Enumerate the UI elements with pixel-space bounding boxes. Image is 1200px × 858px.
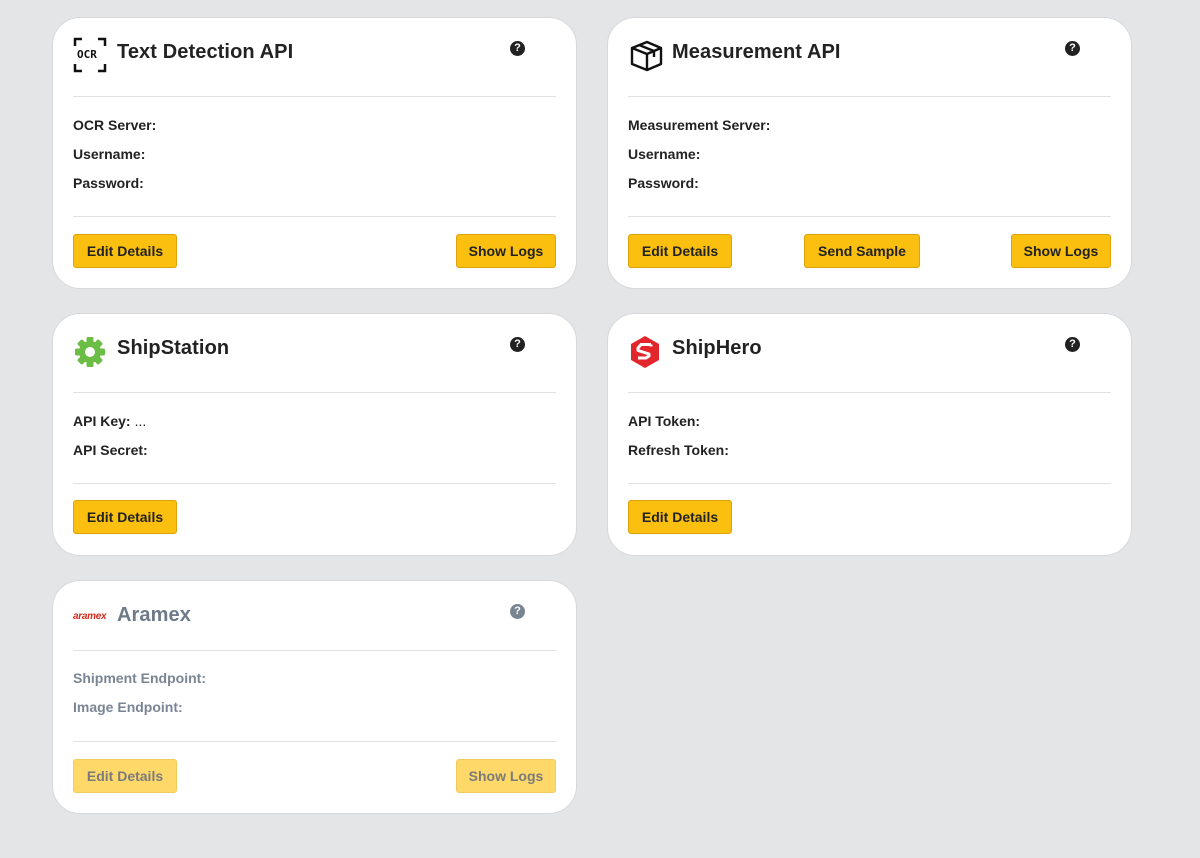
field-password: Password: (73, 175, 144, 191)
field-username: Username: (73, 146, 146, 162)
divider (73, 96, 556, 97)
card-title: Measurement API (672, 41, 841, 63)
ocr-icon: OCR (73, 37, 107, 73)
aramex-card: aramex Aramex ? Shipment Endpoint: Image… (52, 580, 577, 814)
question-circle-icon[interactable]: ? (1065, 41, 1080, 56)
divider (628, 216, 1111, 217)
field-api-key: API Key:... (73, 413, 147, 429)
divider (73, 741, 556, 742)
field-username: Username: (628, 146, 701, 162)
aramex-icon: aramex (73, 600, 113, 636)
card-title: Aramex (117, 604, 191, 626)
card-title: ShipStation (117, 337, 230, 359)
edit-details-button[interactable]: Edit Details (628, 234, 732, 268)
field-shipment-endpoint: Shipment Endpoint: (73, 670, 206, 686)
question-circle-icon[interactable]: ? (510, 41, 525, 56)
question-circle-icon[interactable]: ? (510, 604, 525, 619)
card-title: Text Detection API (117, 41, 294, 63)
measurement-api-card: Measurement API ? Measurement Server: Us… (607, 17, 1132, 289)
field-image-endpoint: Image Endpoint: (73, 699, 183, 715)
divider (628, 96, 1111, 97)
ocr-logo-text: OCR (77, 48, 97, 61)
divider (73, 216, 556, 217)
edit-details-button[interactable]: Edit Details (628, 500, 732, 534)
question-circle-icon[interactable]: ? (1065, 337, 1080, 352)
divider (73, 392, 556, 393)
gear-icon (73, 333, 107, 369)
shiphero-card: ShipHero ? API Token: Refresh Token: Edi… (607, 313, 1132, 556)
field-ocr-server: OCR Server: (73, 117, 157, 133)
send-sample-button[interactable]: Send Sample (804, 234, 920, 268)
box-icon (628, 37, 663, 73)
shipstation-card: ShipStation ? API Key:... API Secret: Ed… (52, 313, 577, 556)
show-logs-button[interactable]: Show Logs (1011, 234, 1111, 268)
question-circle-icon[interactable]: ? (510, 337, 525, 352)
field-api-secret: API Secret: (73, 442, 148, 458)
field-api-token: API Token: (628, 413, 701, 429)
divider (628, 483, 1111, 484)
card-title: ShipHero (672, 337, 762, 359)
edit-details-button[interactable]: Edit Details (73, 234, 177, 268)
divider (628, 392, 1111, 393)
edit-details-button[interactable]: Edit Details (73, 500, 177, 534)
edit-details-button[interactable]: Edit Details (73, 759, 177, 793)
show-logs-button[interactable]: Show Logs (456, 759, 556, 793)
divider (73, 650, 556, 651)
show-logs-button[interactable]: Show Logs (456, 234, 556, 268)
field-password: Password: (628, 175, 699, 191)
aramex-logo-text: aramex (73, 611, 107, 622)
field-measurement-server: Measurement Server: (628, 117, 771, 133)
text-detection-api-card: OCR Text Detection API ? OCR Server: Use… (52, 17, 577, 289)
field-refresh-token: Refresh Token: (628, 442, 729, 458)
shiphero-icon (628, 333, 662, 369)
divider (73, 483, 556, 484)
